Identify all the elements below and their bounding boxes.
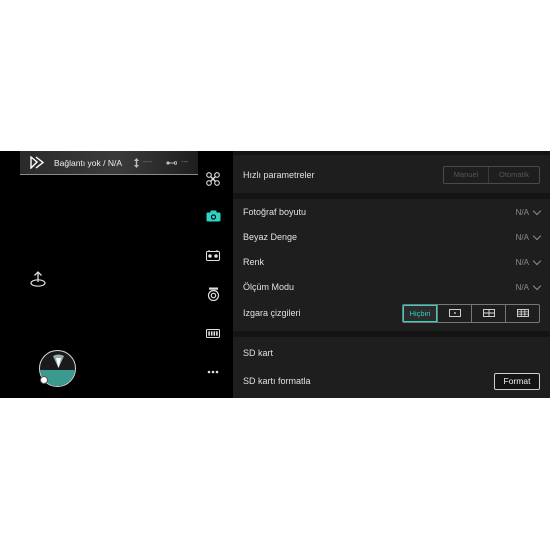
sd-card-section: SD kart SD kartı formatla Format [233,337,550,398]
more-icon [207,370,219,374]
quick-params-row: Hızlı parametreler Manuel Otomatik [243,165,540,184]
battery-icon [206,328,220,338]
grid-center-button[interactable] [437,304,471,322]
sd-format-label: SD kartı formatla [243,376,311,386]
setting-value: N/A [515,282,529,292]
setting-label: Ölçüm Modu [243,282,295,292]
app-logo-icon[interactable] [20,151,54,175]
exposure-mode-toggle[interactable]: Manuel Otomatik [443,165,540,184]
setting-label: Renk [243,257,265,267]
setting-label: Fotoğraf boyutu [243,207,307,217]
remote-controller-icon [206,249,220,261]
setting-value: N/A [515,257,529,267]
tool-battery-settings[interactable] [204,325,222,341]
setting-metering-mode[interactable]: Ölçüm Modu N/A [243,279,542,295]
distance-value: --- [181,159,189,166]
tool-camera-settings[interactable] [204,208,222,224]
altitude-readout: ---- [134,157,153,168]
tool-remote-controller[interactable] [204,247,222,263]
setting-value: N/A [515,207,529,217]
drone-camera-app: Bağlantı yok / N/A ---- --- Hızlı parame… [0,151,550,398]
grid-lines-selector[interactable]: Hiçbiri [402,303,540,323]
grid-lines-label: Izgara çizgileri [243,308,301,318]
setting-value: N/A [515,232,529,242]
distance-icon [166,160,178,165]
home-point-icon[interactable] [29,270,47,288]
grid-center-icon [448,309,461,317]
sd-card-row: SD kart [243,345,540,361]
photo-settings-section: Fotoğraf boyutu N/A Beyaz Denge N/A Renk… [233,199,550,331]
setting-label: Beyaz Denge [243,232,298,242]
tool-more[interactable] [204,364,222,380]
drone-icon [206,172,220,186]
compass-badge-icon [40,376,48,384]
tool-aircraft-settings[interactable] [204,171,222,187]
chevron-down-icon [532,231,542,240]
camera-icon [206,210,220,222]
setting-grid-lines: Izgara çizgileri Hiçbiri [243,303,540,323]
aircraft-beam-icon [53,354,64,368]
setting-color[interactable]: Renk N/A [243,254,542,270]
distance-readout: --- [166,159,188,166]
quick-params-section: Hızlı parametreler Manuel Otomatik [233,155,550,193]
auto-mode-button[interactable]: Otomatik [488,166,539,183]
quick-params-label: Hızlı parametreler [243,169,315,180]
setting-photo-size[interactable]: Fotoğraf boyutu N/A [243,204,542,220]
tool-gimbal-settings[interactable] [204,286,222,302]
manual-mode-button[interactable]: Manuel [444,166,488,183]
format-button[interactable]: Format [494,372,540,390]
status-bar: Bağlantı yok / N/A ---- --- [20,151,198,175]
grid-none-button[interactable]: Hiçbiri [403,304,437,322]
sd-card-label: SD kart [243,348,274,358]
camera-settings-panel: Hızlı parametreler Manuel Otomatik Fotoğ… [233,151,550,398]
chevron-down-icon [532,281,542,290]
sd-format-row: SD kartı formatla Format [243,372,540,390]
grid-quadrant-button[interactable] [471,304,505,322]
grid-thirds-button[interactable] [505,304,539,322]
connection-status: Bağlantı yok / N/A [54,157,123,168]
chevron-down-icon [532,256,542,265]
altitude-icon [134,157,140,168]
altitude-value: ---- [143,159,153,166]
grid-quadrant-icon [482,309,495,317]
chevron-down-icon [532,206,542,215]
gimbal-icon [207,287,219,301]
grid-thirds-icon [516,309,529,317]
setting-white-balance[interactable]: Beyaz Denge N/A [243,229,542,245]
